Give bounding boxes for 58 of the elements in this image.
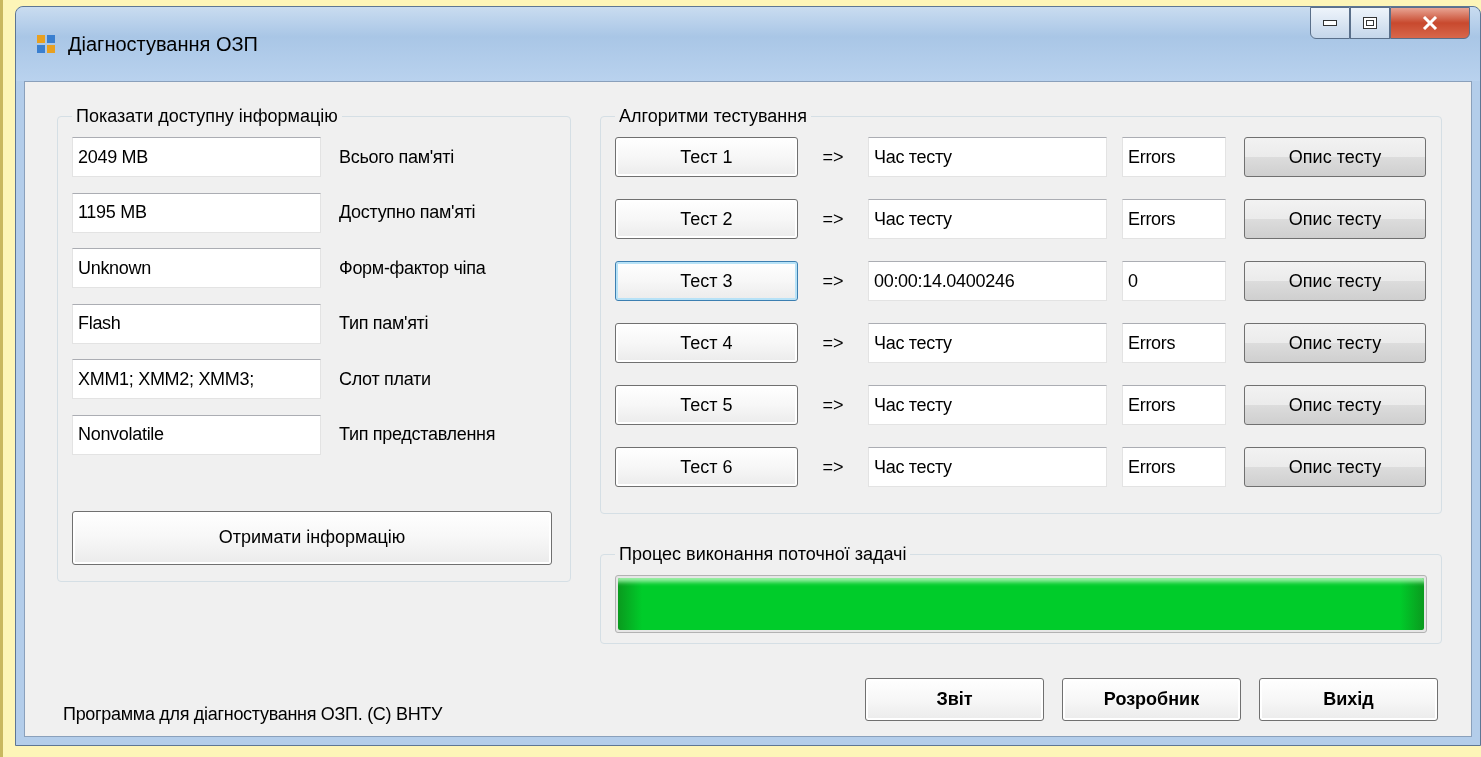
text-field[interactable]: Flash bbox=[72, 303, 321, 344]
exit-button[interactable]: Вихід bbox=[1259, 678, 1438, 721]
test-button[interactable]: Тест 5 bbox=[615, 385, 798, 425]
time-field[interactable]: Час тесту bbox=[868, 385, 1107, 425]
text-field[interactable]: 2049 MB bbox=[72, 137, 321, 177]
test-button[interactable]: Тест 4 bbox=[615, 323, 798, 363]
arrow-text: => bbox=[821, 456, 845, 478]
time-field[interactable]: Час тесту bbox=[868, 447, 1107, 487]
time-field[interactable]: 00:00:14.0400246 bbox=[868, 261, 1107, 301]
maximize-icon bbox=[1363, 17, 1377, 29]
time-field[interactable]: Час тесту bbox=[868, 323, 1107, 363]
test-button[interactable]: Тест 2 bbox=[615, 199, 798, 239]
time-field[interactable]: Час тесту bbox=[868, 137, 1107, 177]
window-title: Діагностування ОЗП bbox=[68, 32, 259, 56]
report-button[interactable]: Звіт bbox=[865, 678, 1044, 721]
group-title: Алгоритми тестування bbox=[618, 106, 808, 127]
test-description-button[interactable]: Опис тесту bbox=[1244, 261, 1426, 301]
errors-field[interactable]: 0 bbox=[1122, 261, 1226, 301]
test-description-button[interactable]: Опис тесту bbox=[1244, 385, 1426, 425]
get-info-button[interactable]: Отримати інформацію bbox=[72, 510, 552, 565]
time-field[interactable]: Час тесту bbox=[868, 199, 1107, 239]
field-label: Тип пам'яті bbox=[339, 313, 429, 334]
arrow-text: => bbox=[821, 146, 845, 168]
field-label: Всього пам'яті bbox=[339, 146, 454, 168]
errors-field[interactable]: Errors bbox=[1122, 447, 1226, 487]
field-label: Доступно пам'яті bbox=[339, 202, 476, 223]
group-title: Показати доступну інформацію bbox=[75, 106, 339, 127]
test-description-button[interactable]: Опис тесту bbox=[1244, 137, 1426, 177]
close-icon bbox=[1422, 16, 1438, 30]
text-field[interactable]: XMM1; XMM2; XMM3; bbox=[72, 359, 321, 399]
group-title: Процес виконання поточної задачі bbox=[618, 544, 908, 565]
minimize-button[interactable] bbox=[1310, 7, 1350, 39]
errors-field[interactable]: Errors bbox=[1122, 385, 1226, 425]
errors-field[interactable]: Errors bbox=[1122, 137, 1226, 177]
test-description-button[interactable]: Опис тесту bbox=[1244, 199, 1426, 239]
arrow-text: => bbox=[821, 332, 845, 354]
field-label: Слот плати bbox=[339, 368, 431, 390]
field-label: Форм-фактор чіпа bbox=[339, 257, 486, 279]
text-field[interactable]: 1195 MB bbox=[72, 192, 321, 233]
errors-field[interactable]: Errors bbox=[1122, 199, 1226, 239]
text-field[interactable]: Unknown bbox=[72, 248, 321, 288]
arrow-text: => bbox=[821, 270, 845, 292]
test-description-button[interactable]: Опис тесту bbox=[1244, 323, 1426, 363]
close-button[interactable] bbox=[1390, 7, 1470, 39]
arrow-text: => bbox=[821, 394, 845, 416]
minimize-icon bbox=[1323, 20, 1337, 26]
errors-field[interactable]: Errors bbox=[1122, 323, 1226, 363]
text-field[interactable]: Nonvolatile bbox=[72, 414, 321, 455]
field-label: Тип представлення bbox=[339, 424, 496, 445]
test-button[interactable]: Тест 6 bbox=[615, 447, 798, 487]
app-icon bbox=[36, 34, 56, 54]
test-description-button[interactable]: Опис тесту bbox=[1244, 447, 1426, 487]
maximize-button[interactable] bbox=[1350, 7, 1390, 39]
copyright-text: Программа для діагностування ОЗП. (С) ВНТУ bbox=[63, 704, 444, 725]
test-button[interactable]: Тест 1 bbox=[615, 137, 798, 177]
test-button[interactable]: Тест 3 bbox=[615, 261, 798, 301]
developer-button[interactable]: Розробник bbox=[1062, 678, 1241, 721]
arrow-text: => bbox=[821, 208, 845, 230]
